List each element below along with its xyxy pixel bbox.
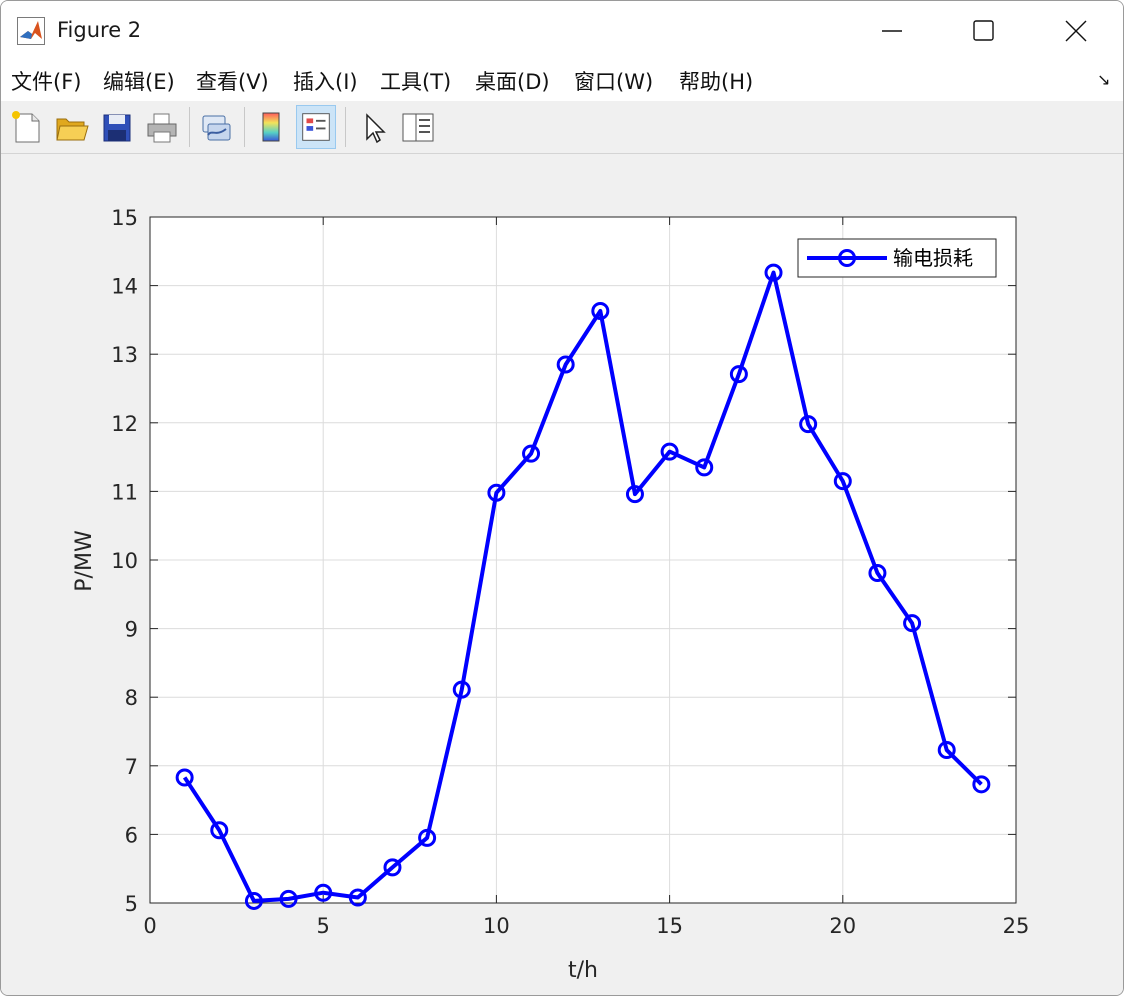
- x-tick-label: 10: [483, 914, 510, 938]
- x-tick-label: 0: [143, 914, 156, 938]
- maximize-button[interactable]: [938, 1, 1030, 61]
- menu-view[interactable]: 查看(V): [196, 66, 269, 96]
- toolbar-separator: [345, 107, 346, 147]
- y-tick-label: 9: [125, 618, 138, 642]
- y-tick-label: 6: [125, 823, 138, 847]
- menu-window[interactable]: 窗口(W): [574, 66, 653, 96]
- line-chart: 0 5 10 15 20 2556789101112131415 输电损耗 t/h P/M…: [72, 206, 1030, 983]
- close-button[interactable]: [1030, 1, 1122, 61]
- x-tick-label: 5: [317, 914, 330, 938]
- menu-insert[interactable]: 插入(I): [293, 66, 358, 96]
- y-tick-label: 5: [125, 892, 138, 916]
- y-tick-label: 12: [111, 412, 138, 436]
- insert-legend-icon[interactable]: [296, 105, 336, 149]
- menu-desktop[interactable]: 桌面(D): [475, 66, 550, 96]
- menu-tools[interactable]: 工具(T): [380, 66, 451, 96]
- figure-toolbar: [1, 101, 1123, 154]
- minimize-button[interactable]: [846, 1, 938, 61]
- toolbar-separator: [244, 107, 245, 147]
- title-bar: Figure 2: [1, 1, 1123, 61]
- menu-edit[interactable]: 编辑(E): [103, 66, 175, 96]
- matlab-icon: [17, 17, 45, 45]
- figure-canvas: 0 5 10 15 20 25 5 6 7 8 9 10 11 12 13 14 15 输电损耗 t/h P/M…: [1, 154, 1123, 995]
- toolbar-toggle-icon[interactable]: ↘: [1097, 70, 1110, 89]
- legend-label: 输电损耗: [893, 246, 973, 270]
- edit-plot-arrow-icon[interactable]: [354, 105, 394, 149]
- y-tick-label: 8: [125, 686, 138, 710]
- y-tick-label: 7: [125, 755, 138, 779]
- open-file-icon[interactable]: [51, 105, 91, 149]
- x-tick-label: 20: [829, 914, 856, 938]
- new-figure-icon[interactable]: [7, 105, 47, 149]
- window-title: Figure 2: [57, 18, 142, 42]
- y-tick-label: 14: [111, 275, 138, 299]
- x-tick-label: 15: [656, 914, 683, 938]
- y-tick-label: 15: [111, 206, 138, 230]
- x-axis-label: t/h: [568, 958, 598, 983]
- insert-colorbar-icon[interactable]: [251, 105, 291, 149]
- print-figure-icon[interactable]: [142, 105, 182, 149]
- figure-window: Figure 2 文件(F) 编辑(E) 查看(V) 插入(I) 工具(T) 桌…: [0, 0, 1124, 996]
- link-plot-icon[interactable]: [196, 105, 236, 149]
- y-axis-label: P/MW: [72, 530, 97, 592]
- toolbar-separator: [189, 107, 190, 147]
- menu-file[interactable]: 文件(F): [11, 66, 81, 96]
- menu-help[interactable]: 帮助(H): [679, 66, 753, 96]
- y-tick-label: 10: [111, 549, 138, 573]
- save-figure-icon[interactable]: [97, 105, 137, 149]
- property-inspector-icon[interactable]: [398, 105, 438, 149]
- x-tick-label: 25: [1003, 914, 1030, 938]
- y-tick-label: 13: [111, 343, 138, 367]
- menu-bar: 文件(F) 编辑(E) 查看(V) 插入(I) 工具(T) 桌面(D) 窗口(W…: [1, 61, 1123, 101]
- y-tick-label: 11: [111, 480, 138, 504]
